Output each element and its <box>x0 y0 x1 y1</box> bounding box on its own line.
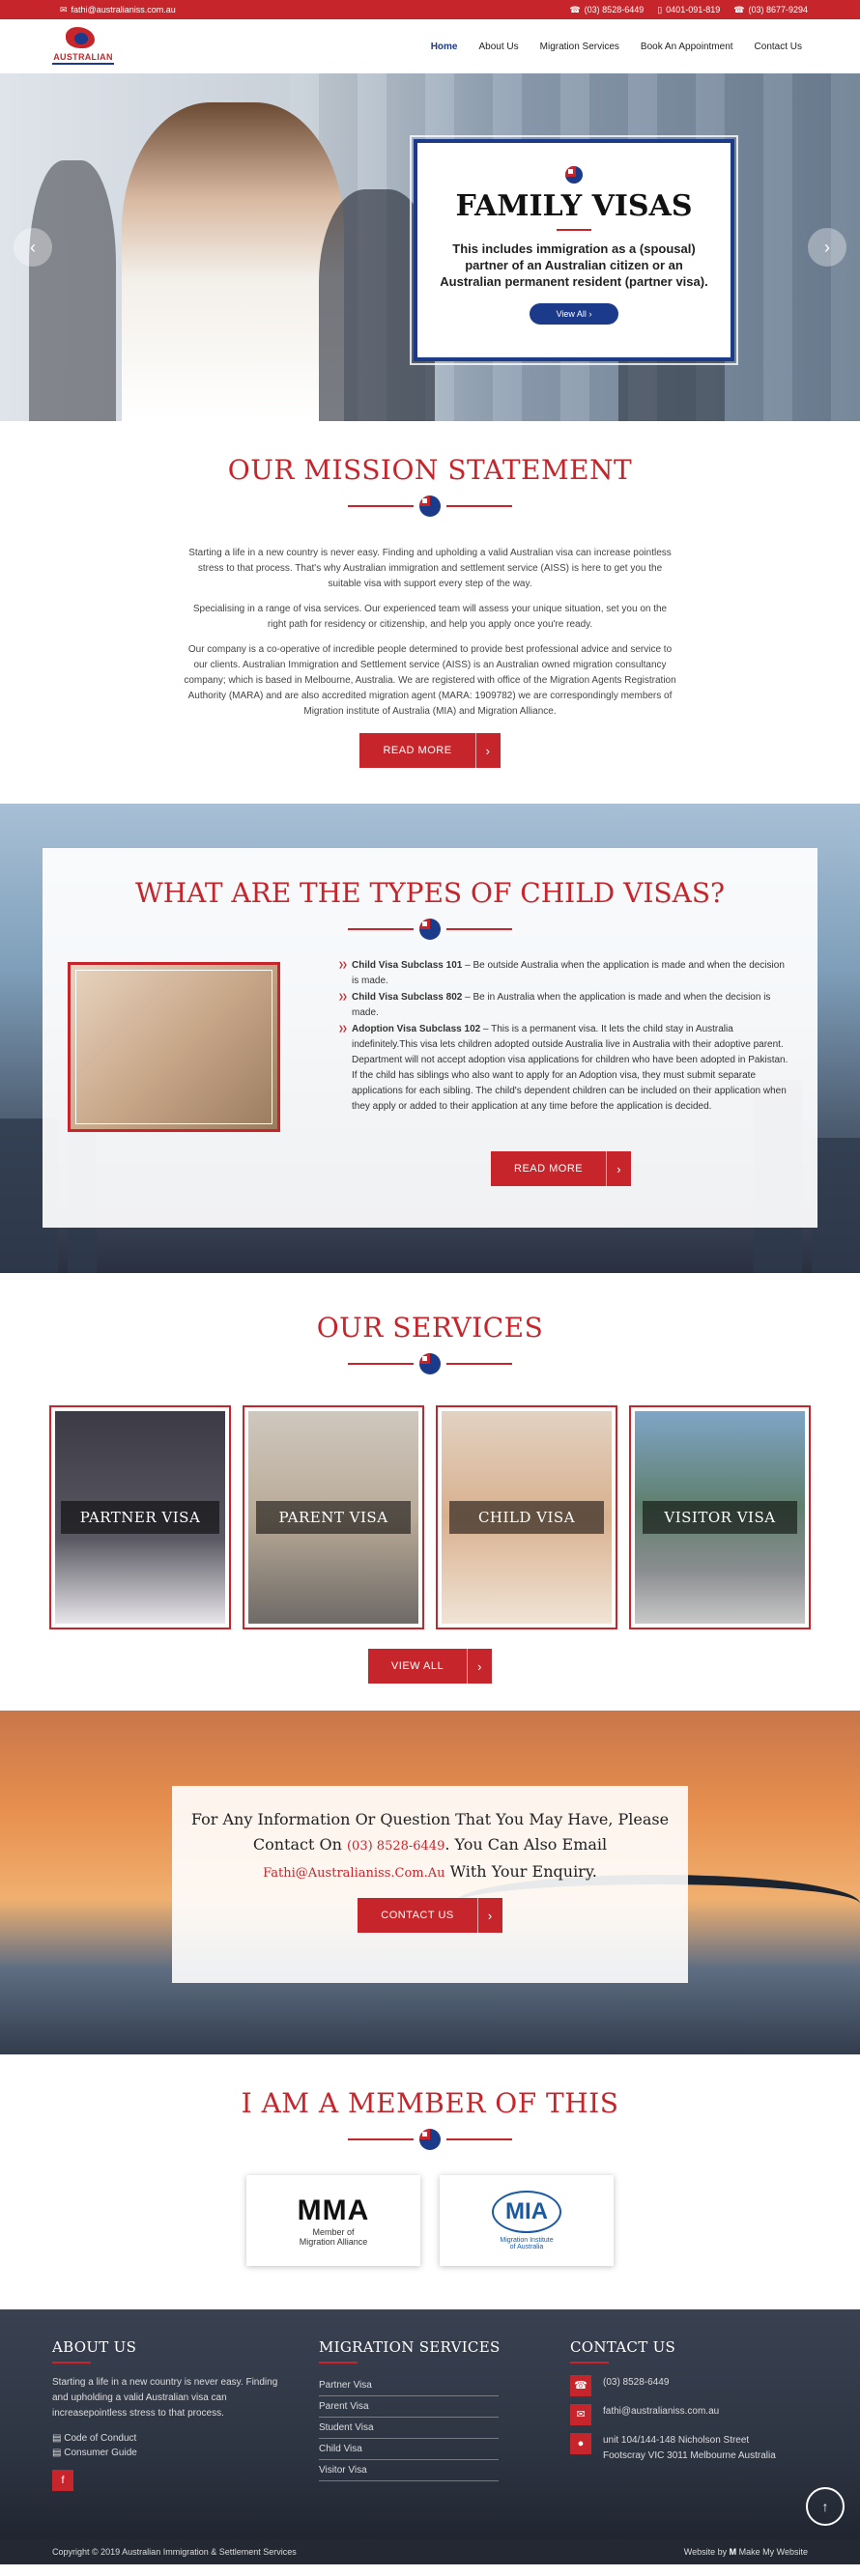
australia-flag-icon <box>419 919 441 940</box>
child-visas-heading: WHAT ARE THE TYPES OF CHILD VISAS? <box>134 877 726 909</box>
website-credit-link[interactable]: Make My Website <box>739 2547 808 2557</box>
mission-paragraph-2: Specialising in a range of visa services… <box>192 604 668 630</box>
mission-section: OUR MISSION STATEMENT Starting a life in… <box>0 421 860 804</box>
hero-prev-arrow[interactable]: ‹ <box>14 228 52 267</box>
mail-icon: ✉ <box>570 2404 591 2425</box>
footer-link-partner-visa[interactable]: Partner Visa <box>319 2375 499 2396</box>
copyright-bar: Copyright © 2019 Australian Immigration … <box>0 2539 860 2564</box>
code-of-conduct-link[interactable]: ▤ Code of Conduct <box>52 2433 294 2444</box>
logo-name: AUSTRALIAN <box>53 52 113 62</box>
main-nav: Home About Us Migration Services Book An… <box>431 42 802 52</box>
nav-contact[interactable]: Contact Us <box>755 42 802 52</box>
document-icon: ▤ <box>52 2433 62 2444</box>
top-bar: ✉ fathi@australianiss.com.au ☎ (03) 8528-6… <box>0 0 860 19</box>
phone-icon: ☎ <box>569 4 581 14</box>
site-footer: ABOUT US Starting a life in a new countr… <box>0 2309 860 2564</box>
mobile-icon: ▯ <box>657 4 663 14</box>
australia-flag-icon <box>565 166 583 184</box>
consumer-guide-link[interactable]: ▤ Consumer Guide <box>52 2448 294 2458</box>
chevron-right-icon: › <box>474 733 501 768</box>
hero-view-all-button[interactable]: View All › <box>529 303 619 325</box>
hero-title: FAMILY VISAS <box>455 189 693 223</box>
top-phone-2[interactable]: ▯ 0401-091-819 <box>657 5 720 15</box>
mail-icon: ✉ <box>60 4 68 14</box>
australia-flag-icon <box>419 2129 441 2150</box>
chevron-right-icon: › <box>588 309 592 319</box>
top-phone-1[interactable]: ☎ (03) 8528-6449 <box>569 5 644 15</box>
mmw-logo-icon: M <box>729 2547 737 2557</box>
child-visas-panel: WHAT ARE THE TYPES OF CHILD VISAS? Child… <box>43 848 817 1228</box>
back-to-top-button[interactable]: ↑ <box>806 2487 845 2526</box>
mission-heading: OUR MISSION STATEMENT <box>227 454 633 486</box>
grandmother-children-image <box>68 962 280 1132</box>
footer-about: ABOUT US Starting a life in a new countr… <box>52 2338 294 2491</box>
footer-phone[interactable]: ☎ (03) 8528-6449 <box>570 2375 812 2396</box>
footer-about-text: Starting a life in a new country is neve… <box>52 2377 278 2419</box>
document-icon: ▤ <box>52 2448 62 2458</box>
hero-text: This includes immigration as a (spousal)… <box>440 241 708 289</box>
chevron-right-icon: › <box>606 1151 631 1186</box>
member-heading: I AM A MEMBER OF THIS <box>241 2087 619 2119</box>
footer-link-child-visa[interactable]: Child Visa <box>319 2439 499 2460</box>
hero-slider: ‹ › FAMILY VISAS This includes immigrati… <box>0 73 860 421</box>
mma-logo[interactable]: MMA Member of Migration Alliance <box>246 2175 420 2266</box>
contact-email-link[interactable]: Fathi@Australianiss.Com.Au <box>263 1866 444 1881</box>
list-item: Child Visa Subclass 101 – Be outside Aus… <box>338 958 792 989</box>
list-item: Adoption Visa Subclass 102 – This is a p… <box>338 1022 792 1115</box>
services-section: OUR SERVICES PARTNER VISA PARENT VISA CH… <box>0 1273 860 1711</box>
service-card-parent-visa[interactable]: PARENT VISA <box>243 1405 424 1629</box>
hero-next-arrow[interactable]: › <box>808 228 846 267</box>
site-logo[interactable]: AUSTRALIAN <box>52 25 114 68</box>
footer-contact: CONTACT US ☎ (03) 8528-6449 ✉ fathi@austra… <box>570 2338 812 2472</box>
mia-logo[interactable]: MIA Migration Institute of Australia <box>440 2175 614 2266</box>
nav-migration-services[interactable]: Migration Services <box>540 42 619 52</box>
list-item: Child Visa Subclass 802 – Be in Australi… <box>338 990 792 1021</box>
service-card-partner-visa[interactable]: PARTNER VISA <box>49 1405 231 1629</box>
member-section: I AM A MEMBER OF THIS MMA Member of Migr… <box>0 2054 860 2309</box>
chevron-right-icon: › <box>476 1898 502 1933</box>
australia-flag-icon <box>419 1353 441 1374</box>
footer-address: ● unit 104/144-148 Nicholson Street Footsc… <box>570 2433 812 2464</box>
contact-us-button[interactable]: CONTACT US › <box>358 1898 502 1933</box>
map-pin-icon: ● <box>570 2433 591 2454</box>
chevron-right-icon: › <box>467 1649 492 1684</box>
logo-mark-icon <box>66 27 95 48</box>
footer-services: MIGRATION SERVICES Partner Visa Parent V… <box>319 2338 501 2481</box>
site-header: AUSTRALIAN Home About Us Migration Servi… <box>0 19 860 73</box>
footer-link-visitor-visa[interactable]: Visitor Visa <box>319 2460 499 2481</box>
service-card-visitor-visa[interactable]: VISITOR VISA <box>629 1405 811 1629</box>
phone-icon: ☎ <box>570 2375 591 2396</box>
nav-book-appointment[interactable]: Book An Appointment <box>641 42 733 52</box>
hero-card: FAMILY VISAS This includes immigration a… <box>410 135 738 365</box>
copyright-text: Copyright © 2019 Australian Immigration … <box>52 2547 297 2557</box>
service-card-child-visa[interactable]: CHILD VISA <box>436 1405 617 1629</box>
services-heading: OUR SERVICES <box>316 1312 544 1344</box>
child-visas-section: WHAT ARE THE TYPES OF CHILD VISAS? Child… <box>0 804 860 1273</box>
top-email[interactable]: ✉ fathi@australianiss.com.au <box>60 5 176 15</box>
contact-phone-link[interactable]: (03) 8528-6449 <box>347 1839 444 1854</box>
phone-icon: ☎ <box>733 4 745 14</box>
mission-read-more-button[interactable]: READ MORE › <box>359 733 501 768</box>
contact-box: For Any Information Or Question That You… <box>172 1786 688 1983</box>
mission-paragraph-1: Starting a life in a new country is neve… <box>188 548 672 589</box>
contact-line-1: For Any Information Or Question That You… <box>190 1810 670 1828</box>
child-read-more-button[interactable]: READ MORE › <box>491 1151 632 1186</box>
nav-about[interactable]: About Us <box>479 42 519 52</box>
mission-paragraph-3: Our company is a co-operative of incredi… <box>184 644 676 717</box>
facebook-icon[interactable]: f <box>52 2470 73 2491</box>
australia-flag-icon <box>419 495 441 517</box>
nav-home[interactable]: Home <box>431 42 458 52</box>
top-phone-3[interactable]: ☎ (03) 8677-9294 <box>733 5 808 15</box>
services-view-all-button[interactable]: VIEW ALL › <box>367 1649 493 1684</box>
hero-woman-image <box>122 102 344 421</box>
child-visa-list: Child Visa Subclass 101 – Be outside Aus… <box>338 958 792 1116</box>
footer-email[interactable]: ✉ fathi@australianiss.com.au <box>570 2404 812 2425</box>
footer-link-student-visa[interactable]: Student Visa <box>319 2418 499 2439</box>
contact-banner: For Any Information Or Question That You… <box>0 1711 860 2054</box>
footer-link-parent-visa[interactable]: Parent Visa <box>319 2396 499 2418</box>
